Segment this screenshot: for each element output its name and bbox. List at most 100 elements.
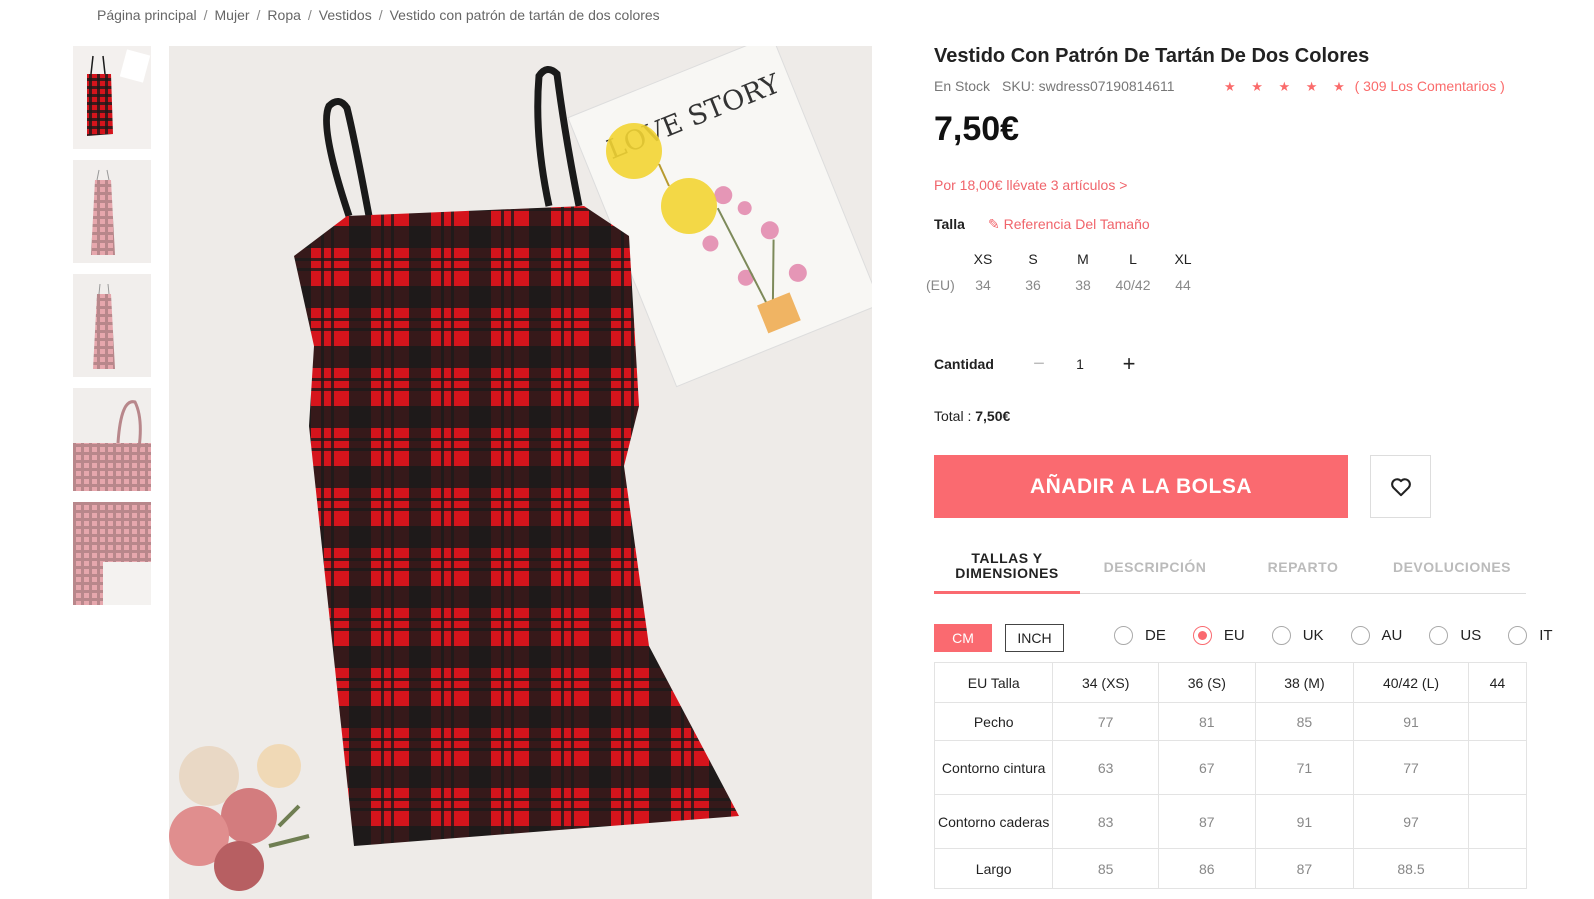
product-price: 7,50€ (934, 110, 1020, 148)
table-cell: 67 (1158, 740, 1256, 795)
radio-icon (1271, 626, 1291, 645)
breadcrumb-women[interactable]: Mujer (215, 7, 250, 23)
product-main-image: LOVE STORY (169, 46, 872, 899)
size-table: EU Talla 34 (XS) 36 (S) 38 (M) 40/42 (L)… (934, 662, 1527, 889)
size-eu-value: 38 (1075, 277, 1091, 293)
product-title: Vestido Con Patrón De Tartán De Dos Colo… (934, 45, 1370, 67)
size-label: Talla (934, 216, 965, 232)
size-option-xl[interactable]: XL (1158, 251, 1208, 267)
size-guide-label: Referencia Del Tamaño (1003, 216, 1150, 232)
thumbnail-1[interactable] (73, 46, 151, 149)
product-tabs: TALLAS Y DIMENSIONES DESCRIPCIÓN REPARTO… (934, 540, 1526, 594)
region-label: IT (1539, 627, 1553, 644)
table-cell: 85 (1052, 848, 1159, 889)
table-cell: 91 (1353, 702, 1469, 741)
bundle-promo-link[interactable]: Por 18,00€ llévate 3 artículos > (934, 177, 1127, 193)
product-meta: En Stock SKU: swdress07190814611 (934, 78, 1175, 94)
size-region-selector: DE EU UK AU US IT (1114, 626, 1580, 645)
product-rating[interactable]: ★ ★ ★ ★ ★ ( 309 Los Comentarios ) (1224, 78, 1505, 95)
table-cell: 91 (1254, 794, 1355, 849)
tab-sizes[interactable]: TALLAS Y DIMENSIONES (934, 540, 1080, 594)
table-cell (1467, 794, 1527, 849)
total-label: Total : (934, 408, 976, 424)
stock-status: En Stock (934, 78, 991, 94)
region-it[interactable]: IT (1508, 626, 1553, 645)
size-eu-value: 40/42 (1115, 277, 1151, 293)
size-region-label: (EU) (926, 277, 955, 293)
radio-icon (1429, 626, 1449, 645)
unit-inch-button[interactable]: INCH (1005, 624, 1064, 652)
radio-selected-icon (1192, 626, 1212, 645)
size-eu-value: 36 (1025, 277, 1041, 293)
thumbnail-2[interactable] (73, 160, 151, 263)
table-cell: 77 (1052, 702, 1159, 741)
thumbnail-4[interactable] (73, 388, 151, 491)
table-cell: 85 (1254, 702, 1355, 741)
quantity-value[interactable]: 1 (1070, 356, 1090, 372)
row-label: Largo (934, 848, 1054, 889)
row-label: Contorno caderas (934, 794, 1054, 849)
table-cell (1467, 848, 1527, 889)
breadcrumb-separator: / (203, 7, 208, 23)
table-cell: 81 (1158, 702, 1256, 741)
size-table-container[interactable]: EU Talla 34 (XS) 36 (S) 38 (M) 40/42 (L)… (934, 662, 1527, 899)
size-option-l[interactable]: L (1108, 251, 1158, 267)
region-de[interactable]: DE (1114, 626, 1166, 645)
table-header-row: EU Talla 34 (XS) 36 (S) 38 (M) 40/42 (L)… (934, 662, 1527, 703)
size-selector: XS S M L XL (EU) 34 36 38 40/42 44 (926, 246, 1208, 298)
table-header-cell: 36 (S) (1158, 662, 1256, 703)
product-sku: SKU: swdress07190814611 (1002, 78, 1175, 94)
table-row: Contorno caderas 83 87 91 97 (934, 794, 1527, 849)
rating-stars-icon: ★ ★ ★ ★ ★ (1224, 79, 1351, 94)
region-eu[interactable]: EU (1192, 626, 1245, 645)
table-header-cell: EU Talla (934, 662, 1054, 703)
table-header-cell: 34 (XS) (1052, 662, 1159, 703)
table-cell: 77 (1353, 740, 1469, 795)
reviews-count-link[interactable]: ( 309 Los Comentarios ) (1355, 78, 1505, 94)
region-au[interactable]: AU (1350, 626, 1402, 645)
table-cell (1467, 740, 1527, 795)
radio-icon (1508, 626, 1528, 645)
breadcrumb-home[interactable]: Página principal (97, 7, 197, 23)
tab-shipping[interactable]: REPARTO (1230, 540, 1376, 594)
tab-description[interactable]: DESCRIPCIÓN (1082, 540, 1228, 594)
ruler-pencil-icon: ✎ (988, 216, 1000, 232)
size-option-s[interactable]: S (1008, 251, 1058, 267)
region-us[interactable]: US (1429, 626, 1481, 645)
quantity-decrease-button[interactable]: − (1027, 350, 1051, 378)
wishlist-button[interactable] (1370, 455, 1431, 518)
table-header-cell: 44 (1467, 662, 1527, 703)
table-row: Pecho 77 81 85 91 (934, 702, 1527, 741)
thumbnail-3[interactable] (73, 274, 151, 377)
quantity-increase-button[interactable]: + (1117, 350, 1141, 378)
table-cell: 71 (1254, 740, 1355, 795)
table-cell: 63 (1052, 740, 1159, 795)
radio-icon (1350, 626, 1370, 645)
region-label: DE (1145, 627, 1166, 644)
table-cell: 87 (1254, 848, 1355, 889)
table-cell: 83 (1052, 794, 1159, 849)
size-guide-link[interactable]: ✎ Referencia Del Tamaño (988, 216, 1150, 233)
unit-cm-button[interactable]: CM (934, 624, 992, 652)
size-eu-value: 34 (975, 277, 991, 293)
heart-icon (1390, 477, 1411, 496)
quantity-label: Cantidad (934, 356, 994, 372)
breadcrumb-separator: / (256, 7, 261, 23)
thumbnail-5[interactable] (73, 502, 151, 605)
thumbnail-gallery (73, 46, 151, 616)
table-row: Contorno cintura 63 67 71 77 (934, 740, 1527, 795)
add-to-bag-button[interactable]: AÑADIR A LA BOLSA (934, 455, 1348, 518)
radio-icon (1114, 626, 1133, 645)
breadcrumb-dresses[interactable]: Vestidos (319, 7, 372, 23)
region-label: UK (1302, 627, 1324, 644)
table-header-cell: 38 (M) (1254, 662, 1355, 703)
table-row: Largo 85 86 87 88.5 (934, 848, 1527, 889)
row-label: Pecho (934, 702, 1054, 741)
region-uk[interactable]: UK (1271, 626, 1324, 645)
breadcrumb-clothing[interactable]: Ropa (267, 7, 300, 23)
size-eu-value: 44 (1175, 277, 1191, 293)
size-option-xs[interactable]: XS (958, 251, 1008, 267)
region-label: EU (1223, 627, 1245, 644)
size-option-m[interactable]: M (1058, 251, 1108, 267)
tab-returns[interactable]: DEVOLUCIONES (1378, 540, 1526, 594)
